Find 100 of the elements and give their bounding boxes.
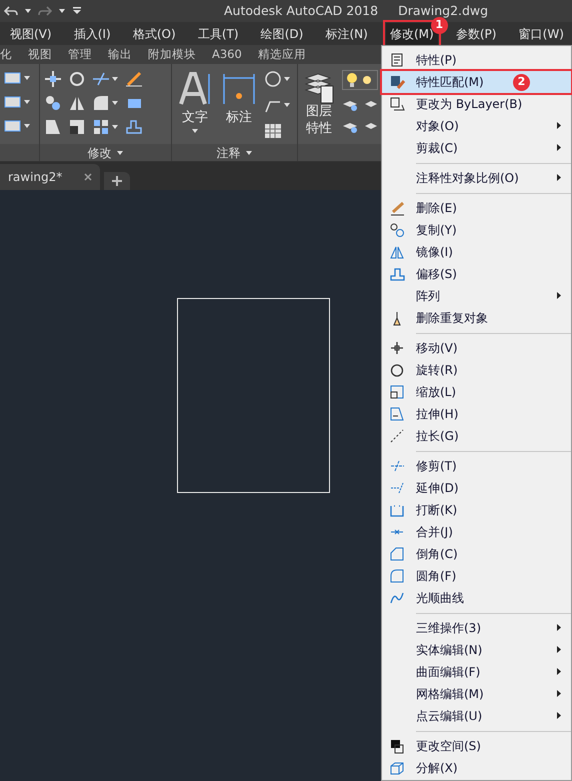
menu-item[interactable]: 插入(I): [70, 22, 115, 44]
menu-item[interactable]: 圆角(F): [382, 565, 571, 587]
menu-item[interactable]: 格式(O): [128, 22, 180, 44]
tool-icon[interactable]: [44, 94, 62, 112]
menu-item[interactable]: 复制(Y): [382, 219, 571, 241]
caret-icon[interactable]: [111, 124, 119, 130]
menu-item[interactable]: 删除(E): [382, 197, 571, 219]
tool-icon[interactable]: [68, 70, 86, 88]
tool-icon[interactable]: [4, 70, 22, 86]
tool-icon[interactable]: [92, 94, 110, 112]
tool-icon[interactable]: [68, 118, 86, 136]
tool-icon: [390, 244, 404, 260]
callout-badge: 2: [513, 74, 530, 91]
menu-item[interactable]: 特性匹配(M) 2: [382, 71, 571, 93]
menu-item[interactable]: 曲面编辑(F): [382, 661, 571, 683]
menu-item[interactable]: 绘图(D): [256, 22, 308, 44]
tool-icon: [390, 200, 404, 216]
menu-item[interactable]: 拉长(G): [382, 425, 571, 447]
undo-icon[interactable]: [4, 5, 18, 17]
menu-item[interactable]: 修剪(T): [382, 455, 571, 477]
menu-item[interactable]: 视图(V): [6, 22, 56, 44]
ribbon-tab[interactable]: 输出: [108, 46, 132, 64]
caret-icon: [191, 128, 199, 134]
ribbon-button[interactable]: 文字: [176, 70, 214, 144]
menu-item[interactable]: 阵列: [382, 285, 571, 307]
document-tab[interactable]: rawing2*: [0, 164, 100, 190]
ribbon-tab[interactable]: 管理: [68, 46, 92, 64]
tool-icon: [390, 738, 404, 754]
menu-item[interactable]: 注释性对象比例(O): [382, 167, 571, 189]
layer-tool-icon[interactable]: [342, 98, 358, 112]
tool-icon[interactable]: [125, 118, 143, 136]
menu-item[interactable]: 删除重复对象: [382, 307, 571, 329]
caret-icon[interactable]: [244, 150, 252, 156]
menu-item[interactable]: 对象(O): [382, 115, 571, 137]
caret-icon[interactable]: [24, 8, 32, 14]
menu-item[interactable]: 三维操作(3): [382, 617, 571, 639]
caret-icon[interactable]: [111, 100, 119, 106]
tool-icon[interactable]: [4, 94, 22, 110]
tool-icon: [390, 406, 404, 422]
tool-icon: [390, 52, 404, 68]
tool-icon: [390, 362, 404, 378]
menu-item[interactable]: 打断(K): [382, 499, 571, 521]
menu-item[interactable]: 旋转(R): [382, 359, 571, 381]
tool-icon: [390, 760, 404, 776]
menu-item[interactable]: 移动(V): [382, 337, 571, 359]
menu-item[interactable]: 偏移(S): [382, 263, 571, 285]
menu-item[interactable]: 工具(T): [194, 22, 243, 44]
menu-item[interactable]: 延伸(D): [382, 477, 571, 499]
light-bulb-icon[interactable]: [346, 72, 358, 88]
new-tab-button[interactable]: [104, 172, 130, 190]
menu-item[interactable]: 剪裁(C): [382, 137, 571, 159]
tool-icon: [390, 480, 404, 496]
menu-item[interactable]: 标注(N): [321, 22, 372, 44]
ribbon-button[interactable]: 图层 特性: [302, 70, 336, 144]
caret-icon[interactable]: [23, 99, 31, 105]
ribbon-tab[interactable]: 视图: [28, 46, 52, 64]
customize-icon[interactable]: [72, 7, 82, 15]
ribbon-tab[interactable]: 附加模块: [148, 46, 196, 64]
close-icon[interactable]: [84, 173, 92, 181]
ribbon-tab[interactable]: 化: [0, 46, 12, 64]
menu-item[interactable]: 窗口(W): [514, 22, 568, 44]
caret-icon[interactable]: [23, 75, 31, 81]
menu-item[interactable]: 特性(P): [382, 49, 571, 71]
redo-icon[interactable]: [38, 5, 52, 17]
plus-icon[interactable]: [112, 176, 122, 186]
caret-icon[interactable]: [23, 123, 31, 129]
caret-icon[interactable]: [111, 76, 119, 82]
menu-item[interactable]: 光顺曲线: [382, 587, 571, 609]
menu-item[interactable]: 点云编辑(U): [382, 705, 571, 727]
menu-item[interactable]: 网格编辑(M): [382, 683, 571, 705]
tool-icon[interactable]: [92, 70, 110, 88]
menu-item[interactable]: 参数(P): [452, 22, 500, 44]
caret-icon[interactable]: [116, 150, 124, 156]
ribbon-button[interactable]: 标注: [220, 70, 258, 144]
tool-icon[interactable]: [264, 122, 282, 140]
app-title: Autodesk AutoCAD 2018: [224, 2, 378, 20]
tool-icon: [390, 458, 404, 474]
menu-item[interactable]: 缩放(L): [382, 381, 571, 403]
layer-tool-icon[interactable]: [342, 120, 358, 134]
tool-icon[interactable]: [44, 118, 62, 136]
ribbon-tab[interactable]: 精选应用: [258, 46, 306, 64]
tool-icon: [390, 590, 404, 606]
menu-item[interactable]: 修改(M): [386, 22, 438, 44]
tool-icon[interactable]: [92, 118, 110, 136]
menu-item[interactable]: 合并(J): [382, 521, 571, 543]
menu-item[interactable]: 更改空间(S): [382, 735, 571, 757]
menu-item[interactable]: 镜像(I): [382, 241, 571, 263]
tool-icon[interactable]: [125, 70, 143, 88]
panel-title[interactable]: 修改: [88, 144, 112, 162]
caret-icon[interactable]: [283, 102, 291, 108]
menu-item[interactable]: 分解(X): [382, 757, 571, 779]
menu-item[interactable]: 倒角(C): [382, 543, 571, 565]
ribbon-tab[interactable]: A360: [212, 46, 242, 64]
caret-icon[interactable]: [283, 76, 291, 82]
tool-icon: [390, 384, 404, 400]
tool-icon[interactable]: [4, 118, 22, 134]
menu-item[interactable]: 拉伸(H): [382, 403, 571, 425]
caret-icon[interactable]: [58, 8, 66, 14]
menu-item[interactable]: 实体编辑(N): [382, 639, 571, 661]
menu-item[interactable]: 更改为 ByLayer(B): [382, 93, 571, 115]
